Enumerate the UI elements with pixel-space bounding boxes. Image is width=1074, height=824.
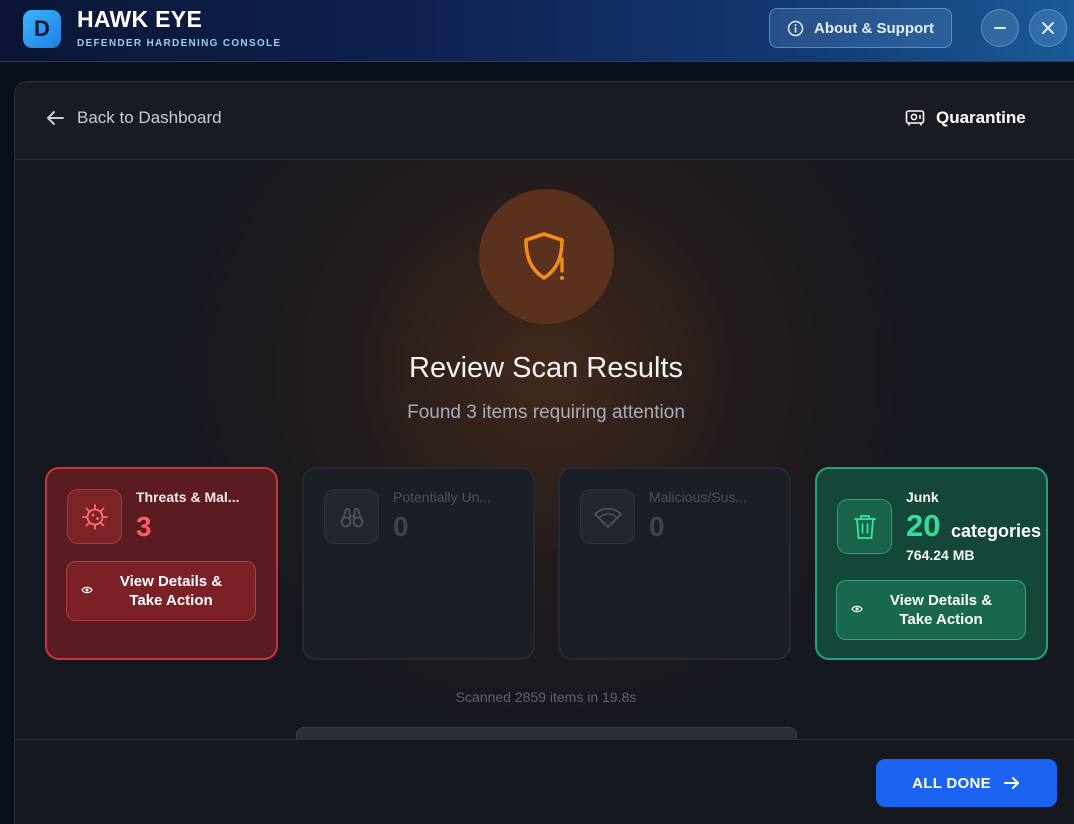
junk-title: Junk: [906, 489, 939, 505]
panel-header: Back to Dashboard Quarantine: [15, 82, 1074, 160]
pup-icon-box: [324, 489, 379, 544]
threats-title: Threats & Mal...: [136, 489, 240, 505]
scan-summary: Scanned 2859 items in 19.8s: [455, 689, 637, 705]
malicious-suspicious-card: Malicious/Sus... 0: [558, 467, 791, 660]
junk-card: Junk 20 categories 764.24 MB View Detail…: [815, 467, 1048, 660]
page-title: Review Scan Results: [409, 352, 683, 384]
title-bar: D HAWK EYE DEFENDER HARDENING CONSOLE Ab…: [0, 0, 1074, 62]
malicious-title: Malicious/Sus...: [649, 489, 748, 505]
close-button[interactable]: [1029, 9, 1067, 47]
warning-badge: [479, 189, 614, 324]
trash-icon: [853, 514, 876, 539]
pup-count: 0: [393, 511, 409, 542]
close-icon: [1042, 22, 1054, 34]
virus-icon: [81, 503, 108, 530]
potentially-unwanted-card: Potentially Un... 0: [302, 467, 535, 660]
minimize-icon: [994, 27, 1006, 29]
threats-icon-box: [67, 489, 122, 544]
junk-view-details-label: View Details & Take Action: [889, 592, 993, 628]
app-logo-letter: D: [34, 16, 50, 41]
vault-icon: [905, 110, 925, 126]
quarantine-button[interactable]: Quarantine: [905, 108, 1026, 128]
info-icon: [787, 20, 804, 36]
junk-icon-box: [837, 499, 892, 554]
back-to-dashboard-label: Back to Dashboard: [77, 108, 222, 127]
panel-footer: ALL DONE: [15, 739, 1074, 824]
junk-size: 764.24 MB: [906, 547, 975, 563]
pup-title: Potentially Un...: [393, 489, 492, 505]
malicious-count: 0: [649, 511, 665, 542]
app-logo: D: [23, 10, 61, 48]
arrow-left-icon: [47, 111, 64, 125]
wifi-icon: [593, 507, 622, 528]
quarantine-label: Quarantine: [936, 108, 1026, 127]
about-support-button[interactable]: About & Support: [769, 8, 952, 48]
binoculars-icon: [340, 507, 363, 527]
threats-view-details-label: View Details & Take Action: [119, 573, 223, 609]
about-support-label: About & Support: [814, 19, 934, 37]
threats-count: 3: [136, 511, 152, 542]
all-done-button[interactable]: ALL DONE: [876, 759, 1057, 807]
threats-card: Threats & Mal... 3 View Details & Take A…: [45, 467, 278, 660]
malicious-icon-box: [580, 489, 635, 544]
shield-alert-icon: [523, 231, 564, 280]
threats-view-details-button[interactable]: View Details & Take Action: [66, 561, 256, 621]
arrow-right-icon: [1003, 777, 1019, 789]
minimize-button[interactable]: [981, 9, 1019, 47]
eye-icon: [851, 605, 863, 613]
app-title: HAWK EYE: [77, 6, 203, 32]
junk-view-details-button[interactable]: View Details & Take Action: [836, 580, 1026, 640]
scan-results-panel: Back to Dashboard Quarantine Review Scan…: [14, 81, 1074, 824]
page-subtitle: Found 3 items requiring attention: [407, 402, 685, 423]
junk-unit: categories: [951, 521, 1042, 541]
app-subtitle: DEFENDER HARDENING CONSOLE: [77, 38, 282, 49]
junk-count: 20: [906, 508, 941, 543]
eye-icon: [81, 586, 93, 594]
all-done-label: ALL DONE: [912, 774, 991, 792]
back-to-dashboard-link[interactable]: Back to Dashboard: [45, 108, 222, 128]
